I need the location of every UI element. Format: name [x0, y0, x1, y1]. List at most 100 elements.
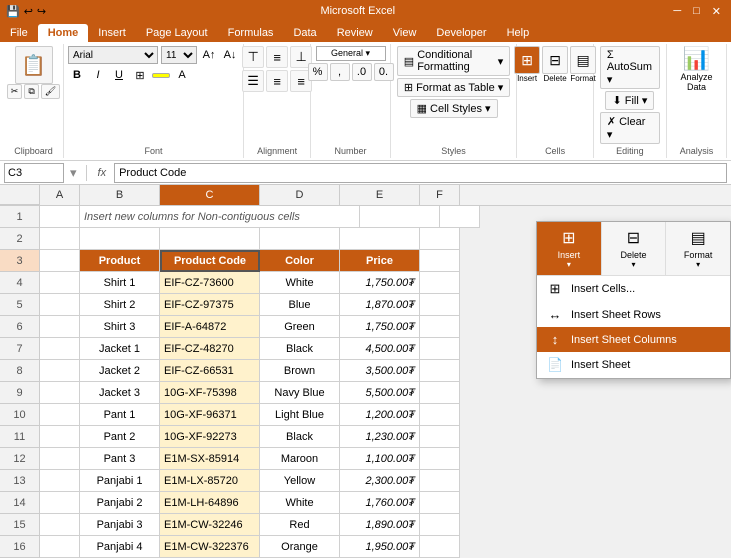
row-header-13[interactable]: 13: [0, 470, 40, 492]
cell-e1[interactable]: [360, 206, 440, 228]
tab-page-layout[interactable]: Page Layout: [136, 24, 218, 42]
increase-decimal-button[interactable]: .0: [352, 63, 372, 81]
dropdown-format-button[interactable]: ▤ Format ▾: [666, 222, 730, 275]
row-header-16[interactable]: 16: [0, 536, 40, 558]
fill-color-button[interactable]: [152, 73, 170, 78]
font-size-select[interactable]: 11: [161, 46, 197, 64]
row-header-5[interactable]: 5: [0, 294, 40, 316]
row-header-2[interactable]: 2: [0, 228, 40, 250]
col-header-a[interactable]: A: [40, 185, 80, 205]
align-left-button[interactable]: ☰: [242, 70, 264, 92]
formula-input[interactable]: [114, 163, 727, 183]
cell-f1[interactable]: [440, 206, 480, 228]
cell-a3[interactable]: [40, 250, 80, 272]
cut-button[interactable]: ✂: [7, 84, 23, 99]
increase-font-button[interactable]: A↑: [200, 46, 218, 64]
cell-a2[interactable]: [40, 228, 80, 250]
conditional-formatting-button[interactable]: ▤ Conditional Formatting ▾: [397, 46, 511, 76]
row-header-7[interactable]: 7: [0, 338, 40, 360]
cell-b2[interactable]: [80, 228, 160, 250]
underline-button[interactable]: U: [110, 66, 128, 84]
col-header-b[interactable]: B: [80, 185, 160, 205]
cell-e2[interactable]: [340, 228, 420, 250]
row-header-12[interactable]: 12: [0, 448, 40, 470]
tab-insert[interactable]: Insert: [88, 24, 136, 42]
format-cells-btn[interactable]: ▤ Format: [570, 46, 596, 83]
cell-a1[interactable]: [40, 206, 80, 228]
maximize-button[interactable]: □: [689, 5, 704, 18]
cell-d3[interactable]: Color: [260, 250, 340, 272]
align-top-button[interactable]: ⊤: [242, 46, 264, 68]
insert-cells-item[interactable]: ⊞ Insert Cells...: [537, 276, 730, 302]
row-header-15[interactable]: 15: [0, 514, 40, 536]
close-button[interactable]: ✕: [708, 5, 725, 18]
insert-sheet-rows-item[interactable]: ↔ Insert Sheet Rows: [537, 302, 730, 327]
dropdown-insert-button[interactable]: ⊞ Insert ▾: [537, 222, 602, 275]
tab-developer[interactable]: Developer: [426, 24, 496, 42]
minimize-button[interactable]: ─: [669, 5, 685, 18]
cell-styles-button[interactable]: ▦ Cell Styles ▾: [410, 99, 498, 118]
bold-button[interactable]: B: [68, 66, 86, 84]
number-group: General ▾ % , .0 0. Number: [311, 44, 391, 158]
border-button[interactable]: ⊞: [131, 66, 149, 84]
tab-help[interactable]: Help: [497, 24, 540, 42]
number-format-select[interactable]: General ▾: [316, 46, 386, 61]
delete-cells-btn[interactable]: ⊟ Delete: [542, 46, 568, 83]
font-color-button[interactable]: A: [173, 66, 191, 84]
dropdown-delete-button[interactable]: ⊟ Delete ▾: [602, 222, 667, 275]
cell-reference-input[interactable]: [4, 163, 64, 183]
paste-button[interactable]: 📋: [15, 46, 53, 84]
decrease-font-button[interactable]: A↓: [221, 46, 239, 64]
ribbon-tabs: File Home Insert Page Layout Formulas Da…: [0, 22, 731, 42]
cell-f2[interactable]: [420, 228, 460, 250]
cell-b1[interactable]: Insert new columns for Non-contiguous ce…: [80, 206, 360, 228]
row-header-10[interactable]: 10: [0, 404, 40, 426]
cell-c3[interactable]: Product Code: [160, 250, 260, 272]
clear-button[interactable]: ✗ Clear ▾: [600, 112, 660, 144]
row-header-3[interactable]: 3: [0, 250, 40, 272]
col-header-e[interactable]: E: [340, 185, 420, 205]
insert-header-icon: ⊞: [562, 228, 575, 248]
insert-sheet-columns-item[interactable]: ↕ Insert Sheet Columns: [537, 327, 730, 352]
align-middle-button[interactable]: ≡: [266, 46, 288, 68]
row-header-4[interactable]: 4: [0, 272, 40, 294]
undo-icon[interactable]: ↩: [24, 5, 33, 18]
row-header-1[interactable]: 1: [0, 206, 40, 228]
tab-file[interactable]: File: [0, 24, 38, 42]
save-icon[interactable]: 💾: [6, 5, 20, 18]
sum-button[interactable]: Σ AutoSum ▾: [600, 46, 660, 89]
cell-b3[interactable]: Product: [80, 250, 160, 272]
col-header-d[interactable]: D: [260, 185, 340, 205]
insert-sheet-item[interactable]: 📄 Insert Sheet: [537, 352, 730, 378]
row-header-14[interactable]: 14: [0, 492, 40, 514]
tab-formulas[interactable]: Formulas: [218, 24, 284, 42]
format-painter-button[interactable]: 🖌: [41, 84, 60, 99]
insert-cells-btn[interactable]: ⊞ Insert: [514, 46, 540, 83]
font-name-select[interactable]: Arial: [68, 46, 158, 64]
col-header-f[interactable]: F: [420, 185, 460, 205]
copy-button[interactable]: ⧉: [24, 84, 38, 99]
fill-button[interactable]: ⬇ Fill ▾: [605, 91, 654, 110]
row-header-6[interactable]: 6: [0, 316, 40, 338]
row-header-9[interactable]: 9: [0, 382, 40, 404]
tab-data[interactable]: Data: [283, 24, 326, 42]
row-header-8[interactable]: 8: [0, 360, 40, 382]
redo-icon[interactable]: ↪: [37, 5, 46, 18]
cell-e3[interactable]: Price: [340, 250, 420, 272]
tab-view[interactable]: View: [383, 24, 427, 42]
tab-review[interactable]: Review: [327, 24, 383, 42]
cell-f3[interactable]: [420, 250, 460, 272]
row-header-11[interactable]: 11: [0, 426, 40, 448]
analysis-group: 📊 Analyze Data Analysis: [667, 44, 727, 158]
format-as-table-button[interactable]: ⊞ Format as Table ▾: [397, 78, 510, 97]
font-group: Arial 11 A↑ A↓ B I U ⊞ A Font: [64, 44, 244, 158]
italic-button[interactable]: I: [89, 66, 107, 84]
cell-c2[interactable]: [160, 228, 260, 250]
analyze-data-button[interactable]: 📊 Analyze Data: [680, 46, 712, 92]
comma-button[interactable]: ,: [330, 63, 350, 81]
percent-button[interactable]: %: [308, 63, 328, 81]
align-center-button[interactable]: ≡: [266, 70, 288, 92]
col-header-c[interactable]: C: [160, 185, 260, 205]
tab-home[interactable]: Home: [38, 24, 89, 42]
cell-d2[interactable]: [260, 228, 340, 250]
